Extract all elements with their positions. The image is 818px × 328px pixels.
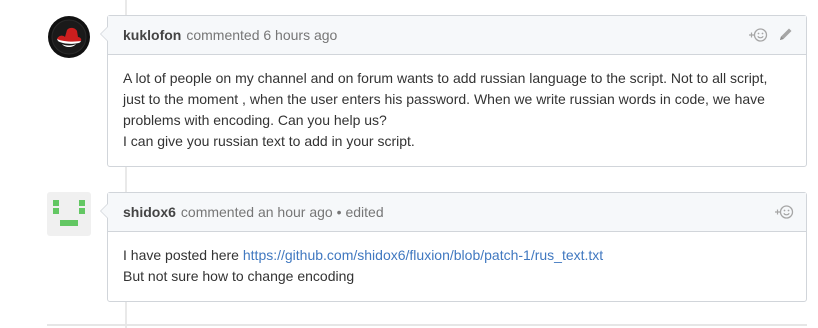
- comment-paragraph: A lot of people on my channel and on for…: [123, 70, 768, 128]
- comment-paragraph: I have posted here https://github.com/sh…: [123, 245, 791, 266]
- comment-timestamp[interactable]: commented 6 hours ago: [186, 27, 337, 43]
- redhat-avatar-icon: [47, 15, 91, 59]
- divider: [47, 324, 807, 326]
- file-link[interactable]: https://github.com/shidox6/fluxion/blob/…: [243, 247, 603, 263]
- comment-box: kuklofon commented 6 hours ago A lot of …: [100, 15, 807, 167]
- comment-header: shidox6 commented an hour ago • edited: [108, 193, 806, 232]
- add-reaction-button[interactable]: [748, 27, 768, 43]
- edited-indicator[interactable]: • edited: [337, 204, 384, 220]
- comment-header: kuklofon commented 6 hours ago: [108, 16, 806, 55]
- smiley-add-icon: [749, 28, 768, 42]
- comment-timestamp[interactable]: commented an hour ago: [181, 204, 333, 220]
- comment-actions: [774, 204, 794, 220]
- comment-box: shidox6 commented an hour ago • edited I…: [100, 192, 807, 302]
- comment-body: A lot of people on my channel and on for…: [108, 55, 806, 166]
- avatar[interactable]: [47, 192, 91, 236]
- comment-actions: [748, 26, 794, 45]
- comment-text: I have posted here: [123, 247, 243, 263]
- add-reaction-button[interactable]: [774, 204, 794, 220]
- comment-author[interactable]: kuklofon: [123, 27, 181, 43]
- comment-paragraph: But not sure how to change encoding: [123, 268, 355, 284]
- edit-comment-button[interactable]: [778, 26, 794, 45]
- comment-author[interactable]: shidox6: [123, 204, 176, 220]
- comment-body: I have posted here https://github.com/sh…: [108, 232, 806, 301]
- identicon-avatar-icon: [47, 192, 91, 236]
- comment-paragraph: I can give you russian text to add in yo…: [123, 133, 415, 149]
- pencil-icon: [780, 28, 792, 40]
- avatar[interactable]: [47, 15, 91, 59]
- smiley-add-icon: [775, 205, 794, 219]
